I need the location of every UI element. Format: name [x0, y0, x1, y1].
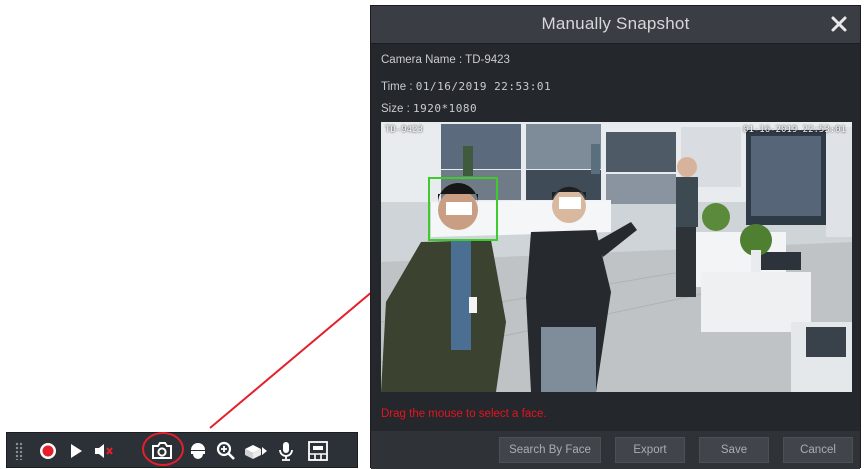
size-label: Size :: [381, 103, 410, 115]
osd-timestamp: 01-16-2019 22:53:01: [743, 125, 846, 135]
ptz-dome-icon[interactable]: [183, 433, 213, 469]
close-icon[interactable]: [828, 13, 850, 35]
mute-icon[interactable]: [89, 433, 119, 469]
export-button[interactable]: Export: [615, 437, 685, 463]
dialog-title: Manually Snapshot: [541, 14, 690, 33]
snapshot-highlight-circle: [142, 432, 184, 466]
fisheye-icon[interactable]: [303, 433, 333, 469]
live-toolbar: [6, 432, 358, 468]
face-select-hint: Drag the mouse to select a face.: [381, 408, 547, 420]
time-label: Time :: [381, 81, 413, 93]
camera-name-row: Camera Name : TD-9423: [381, 54, 510, 66]
dialog-footer: Search By Face Export Save Cancel: [371, 431, 860, 469]
camera-name-value: TD-9423: [465, 54, 510, 66]
size-row: Size : 1920*1080: [381, 102, 477, 115]
size-value: 1920*1080: [412, 102, 478, 115]
search-by-face-button[interactable]: Search By Face: [499, 437, 601, 463]
play-icon[interactable]: [61, 433, 91, 469]
manual-snapshot-dialog: Manually Snapshot Camera Name : TD-9423 …: [370, 5, 861, 469]
cancel-button[interactable]: Cancel: [783, 437, 853, 463]
zoom-icon[interactable]: [211, 433, 241, 469]
time-row: Time : 01/16/2019 22:53:01: [381, 80, 551, 93]
dialog-header: Manually Snapshot: [371, 6, 860, 44]
record-icon[interactable]: [33, 433, 63, 469]
3d-icon[interactable]: [241, 433, 271, 469]
camera-name-label: Camera Name :: [381, 54, 463, 66]
microphone-icon[interactable]: [271, 433, 301, 469]
osd-camera-name: TD-9423: [385, 125, 423, 135]
grip-icon[interactable]: [15, 442, 23, 460]
save-button[interactable]: Save: [699, 437, 769, 463]
time-value: 01/16/2019 22:53:01: [415, 80, 552, 93]
snapshot-scene: [381, 122, 852, 392]
snapshot-image[interactable]: TD-9423 01-16-2019 22:53:01: [381, 122, 852, 392]
